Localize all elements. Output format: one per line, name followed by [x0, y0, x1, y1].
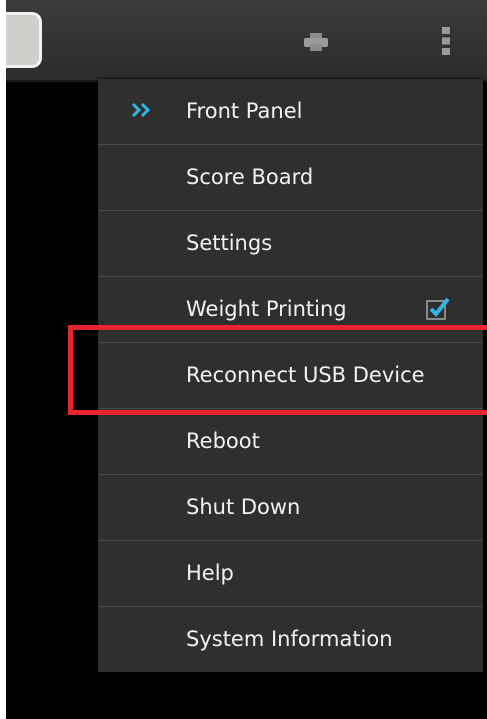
menu-item-reboot[interactable]: Reboot — [98, 409, 483, 475]
annotation-highlight-box — [68, 325, 487, 415]
menu-item-front-panel[interactable]: Front Panel — [98, 79, 483, 145]
menu-item-help[interactable]: Help — [98, 541, 483, 607]
app-icon[interactable] — [6, 12, 42, 68]
action-bar — [6, 0, 487, 82]
menu-item-system-information[interactable]: System Information — [98, 607, 483, 672]
menu-item-label: Shut Down — [186, 495, 301, 519]
overflow-menu-icon[interactable] — [442, 27, 450, 55]
double-chevron-right-icon — [131, 102, 151, 118]
checkbox-checked-icon[interactable] — [426, 296, 450, 320]
print-icon[interactable] — [304, 33, 328, 51]
menu-item-label: Reboot — [186, 429, 260, 453]
menu-item-shut-down[interactable]: Shut Down — [98, 475, 483, 541]
menu-item-settings[interactable]: Settings — [98, 211, 483, 277]
menu-item-label: Settings — [186, 231, 273, 255]
menu-item-score-board[interactable]: Score Board — [98, 145, 483, 211]
menu-item-label: Score Board — [186, 165, 314, 189]
menu-item-label: Help — [186, 561, 234, 585]
menu-item-label: System Information — [186, 627, 393, 651]
menu-item-label: Front Panel — [186, 99, 303, 123]
